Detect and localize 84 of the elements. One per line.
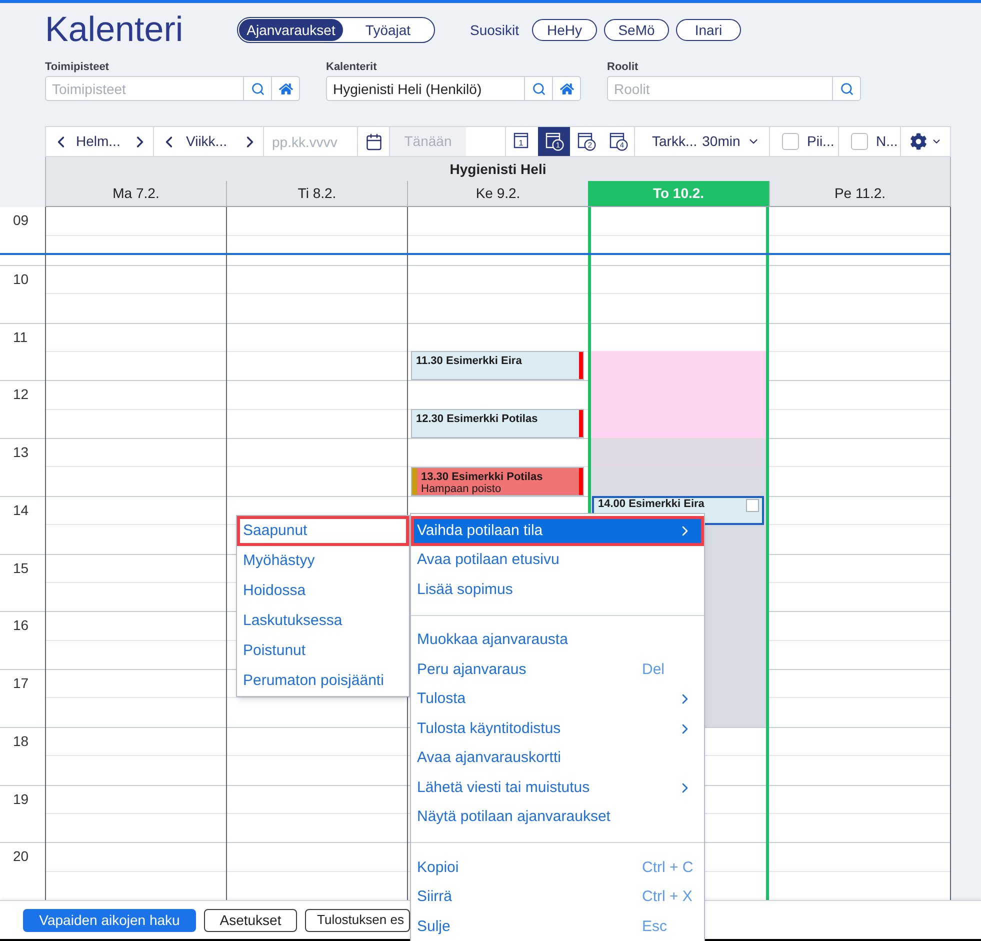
- menu-item[interactable]: Sulje Esc: [411, 912, 704, 941]
- hour-label: 12: [12, 385, 30, 404]
- search-field[interactable]: Roolit: [607, 76, 833, 101]
- favorite-chip[interactable]: Inari: [676, 19, 741, 41]
- appointment-title: 11.30 Esimerkki Eira: [416, 355, 522, 368]
- checkbox-label: N...: [876, 132, 898, 151]
- menu-item[interactable]: Lisää sopimus: [411, 575, 704, 604]
- menu-item[interactable]: Näytä potilaan ajanvaraukset: [411, 802, 704, 832]
- appointment-title: 14.00 Esimerkki Eira: [598, 498, 704, 510]
- favorite-chip[interactable]: SeMö: [604, 19, 669, 41]
- hour-label: 18: [12, 732, 30, 750]
- view-tab[interactable]: Ajanvaraukset: [239, 19, 343, 41]
- search-button[interactable]: [525, 76, 553, 101]
- precision-dropdown[interactable]: 30min: [702, 131, 760, 152]
- hour-label: 17: [12, 674, 30, 692]
- hour-label: 14: [12, 500, 30, 519]
- month-label: Helm...: [75, 132, 122, 151]
- menu-item[interactable]: Peru ajanvaraus Del: [411, 655, 704, 684]
- checkbox[interactable]: [782, 133, 799, 150]
- day-header[interactable]: Ke 9.2.: [407, 181, 588, 207]
- appointment-title: 12.30 Esimerkki Potilas: [416, 413, 538, 426]
- footer-button[interactable]: Asetukset: [204, 908, 297, 932]
- precision-label: Tarkk...: [652, 132, 698, 151]
- menu-item[interactable]: Kopioi Ctrl + C: [411, 853, 704, 882]
- shortcut-label: Ctrl + X: [642, 887, 694, 907]
- footer-button[interactable]: Tulostuksen es: [305, 908, 410, 932]
- week-label: Viikk...: [185, 132, 228, 151]
- home-icon: [278, 82, 292, 96]
- menu-item[interactable]: Siirrä Ctrl + X: [411, 882, 704, 912]
- field-label: Toimipisteet: [45, 60, 110, 74]
- favorites-label: Suosikit: [470, 20, 520, 40]
- calendar-icon: [364, 132, 382, 150]
- home-icon: [560, 82, 574, 96]
- day-header[interactable]: Pe 11.2.: [769, 181, 951, 207]
- appointment-block[interactable]: 12.30 Esimerkki Potilas: [411, 409, 584, 438]
- search-icon: [532, 82, 546, 96]
- appointment-block[interactable]: 13.30 Esimerkki Potilas Hampaan poisto: [411, 466, 584, 496]
- hour-label: 19: [12, 790, 30, 808]
- appointment-title: 13.30 Esimerkki Potilas: [421, 470, 543, 483]
- hour-label: 11: [12, 328, 29, 346]
- appointment-description: Hampaan poisto: [421, 482, 502, 495]
- day-header[interactable]: Ma 7.2.: [45, 181, 226, 207]
- menu-item[interactable]: Lähetä viesti tai muistutus: [411, 773, 704, 802]
- shortcut-label: Ctrl + C: [642, 858, 694, 878]
- menu-item[interactable]: Hoidossa: [237, 576, 409, 606]
- shortcut-label: Esc: [642, 916, 668, 936]
- menu-item[interactable]: Avaa potilaan etusivu: [411, 546, 704, 575]
- favorite-chip[interactable]: HeHy: [532, 19, 597, 41]
- hour-label: 20: [12, 847, 30, 866]
- hour-label: 13: [12, 443, 30, 461]
- field-label: Kalenterit: [326, 60, 378, 74]
- settings-icon: [910, 133, 926, 150]
- resource-header: Hygienisti Heli: [45, 157, 951, 181]
- shortcut-label: Del: [642, 660, 666, 680]
- footer-button[interactable]: Vapaiden aikojen haku: [23, 908, 196, 932]
- menu-item[interactable]: Vaihda potilaan tila: [411, 516, 704, 546]
- menu-item[interactable]: Saapunut: [237, 516, 409, 546]
- menu-item[interactable]: Avaa ajanvarauskortti: [411, 744, 704, 773]
- search-icon: [840, 82, 854, 96]
- menu-item[interactable]: Muokkaa ajanvarausta: [411, 626, 704, 655]
- hour-label: 16: [12, 616, 30, 634]
- checkbox-label: Pii...: [807, 132, 834, 151]
- menu-item[interactable]: Perumaton poisjäänti: [237, 666, 409, 696]
- page-title: Kalenteri: [45, 10, 184, 50]
- menu-item[interactable]: Laskutuksessa: [237, 606, 409, 636]
- menu-item[interactable]: Poistunut: [237, 636, 409, 666]
- hour-label: 09: [12, 211, 30, 229]
- hour-label: 10: [12, 270, 30, 288]
- field-label: Roolit: [607, 60, 640, 74]
- search-field[interactable]: Toimipisteet: [45, 76, 244, 101]
- menu-item[interactable]: Tulosta käyntitodistus: [411, 714, 704, 744]
- day-header[interactable]: Ti 8.2.: [226, 181, 407, 207]
- search-button[interactable]: [244, 76, 272, 101]
- checkbox[interactable]: [851, 133, 868, 150]
- search-icon: [250, 82, 264, 96]
- search-field[interactable]: Hygienisti Heli (Henkilö): [326, 76, 525, 101]
- hour-label: 15: [12, 558, 30, 576]
- home-button[interactable]: [553, 76, 581, 101]
- search-button[interactable]: [833, 76, 861, 101]
- checkbox[interactable]: [746, 498, 759, 512]
- menu-item[interactable]: Myöhästyy: [237, 546, 409, 576]
- appointment-block[interactable]: 11.30 Esimerkki Eira: [411, 351, 584, 380]
- home-button[interactable]: [272, 76, 300, 101]
- menu-item[interactable]: Tulosta: [411, 684, 704, 714]
